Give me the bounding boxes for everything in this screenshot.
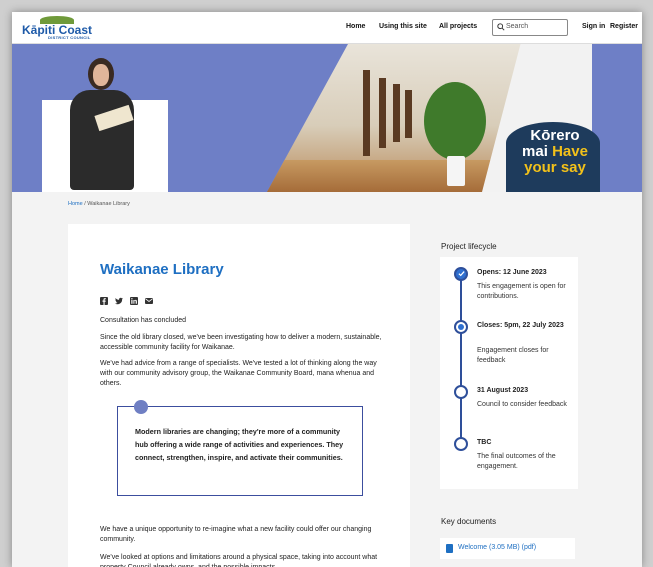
stage-current-icon — [454, 320, 468, 334]
search-icon — [497, 23, 505, 31]
document-link[interactable]: Welcome (3.05 MB) (pdf) — [458, 544, 536, 551]
status-text: Consultation has concluded — [100, 317, 187, 324]
stage-desc-august: Council to consider feedback — [477, 401, 567, 408]
advice-paragraph: We've had advice from a range of special… — [100, 360, 377, 387]
stage-pending-icon — [454, 437, 468, 451]
key-documents-heading: Key documents — [441, 517, 497, 526]
person-face — [93, 64, 109, 86]
quote-dot-icon — [134, 400, 148, 414]
quote-text: Modern libraries are changing; they're m… — [135, 427, 344, 462]
breadcrumb-home[interactable]: Home — [68, 201, 83, 207]
logo-subtitle: DISTRICT COUNCIL — [48, 35, 91, 40]
facebook-icon[interactable] — [100, 297, 108, 305]
nav-home[interactable]: Home — [346, 23, 365, 30]
sign-in-link[interactable]: Sign in — [582, 23, 605, 30]
breadcrumb-current: Waikanae Library — [87, 201, 130, 207]
korero-line2: mai Have — [512, 144, 598, 160]
twitter-icon[interactable] — [115, 297, 123, 305]
korero-line2a: mai — [522, 143, 548, 160]
korero-line1: Kōrero — [530, 127, 580, 144]
plant-image — [424, 82, 486, 160]
check-icon — [458, 271, 465, 277]
browser-page: Kāpiti Coast DISTRICT COUNCIL Home Using… — [12, 12, 642, 567]
document-item[interactable]: Welcome (3.05 MB) (pdf) — [440, 538, 575, 559]
search-input[interactable]: Search — [492, 19, 568, 36]
korero-text: Kōrero mai Have your say — [512, 128, 598, 176]
korero-line3: your say — [524, 159, 586, 176]
timeline-line — [460, 274, 462, 444]
stage-desc-tbc: The final outcomes of the engagement. — [477, 453, 556, 470]
stage-complete-icon — [454, 267, 468, 281]
pdf-file-icon — [446, 544, 453, 553]
pull-quote: Modern libraries are changing; they're m… — [117, 400, 363, 496]
linkedin-icon[interactable] — [130, 297, 138, 305]
site-header: Kāpiti Coast DISTRICT COUNCIL Home Using… — [12, 12, 642, 44]
search-placeholder: Search — [506, 23, 529, 30]
nav-all-projects[interactable]: All projects — [439, 23, 477, 30]
stage-title-closes: Closes: 5pm, 22 July 2023 — [477, 322, 564, 329]
lifecycle-heading: Project lifecycle — [441, 242, 497, 251]
stage-desc-closes: Engagement closes for feedback — [477, 347, 549, 364]
email-icon[interactable] — [145, 297, 153, 305]
register-link[interactable]: Register — [610, 23, 638, 30]
stage-pending-icon — [454, 385, 468, 399]
intro-paragraph: Since the old library closed, we've been… — [100, 334, 382, 351]
plant-pot — [447, 156, 465, 186]
project-content-card: Waikanae Library Consultation has conclu… — [68, 224, 410, 567]
council-logo[interactable]: Kāpiti Coast DISTRICT COUNCIL — [22, 16, 94, 40]
stage-title-august: 31 August 2023 — [477, 387, 529, 394]
stage-title-tbc: TBC — [477, 439, 492, 446]
stage-desc-opens: This engagement is open for contribution… — [477, 283, 566, 300]
nav-using-this-site[interactable]: Using this site — [379, 23, 427, 30]
stage-title-opens: Opens: 12 June 2023 — [477, 269, 547, 276]
page-title: Waikanae Library — [100, 261, 224, 278]
options-paragraph: We've looked at options and limitations … — [100, 554, 378, 567]
breadcrumb: Home / Waikanae Library — [68, 201, 130, 207]
opportunity-paragraph: We have a unique opportunity to re-imagi… — [100, 526, 372, 543]
korero-line2b: Have — [552, 143, 588, 160]
